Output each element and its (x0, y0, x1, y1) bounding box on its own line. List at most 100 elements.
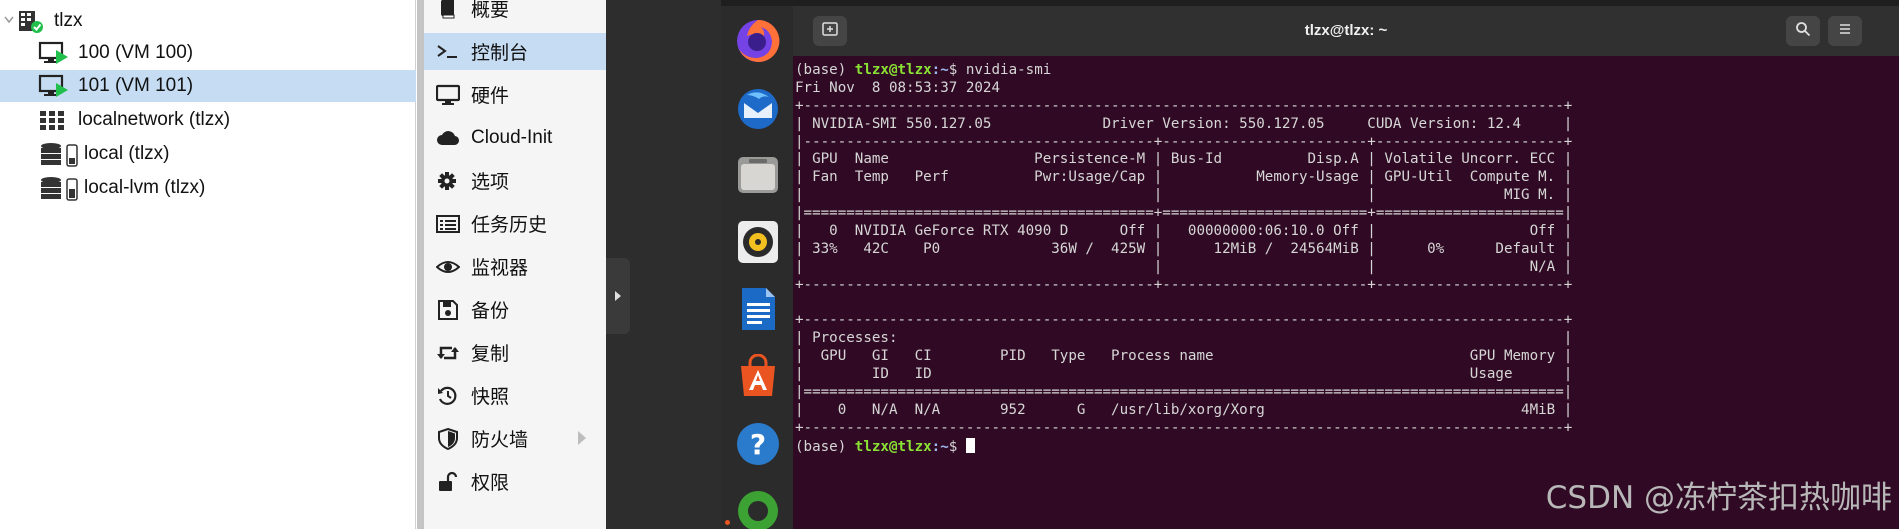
dock-terminal-app-icon[interactable] (735, 488, 781, 529)
tree-item-label: local-lvm (tlzx) (84, 177, 206, 198)
output-line: |=======================================… (795, 205, 1573, 222)
menu-item-label: 任务历史 (471, 215, 548, 236)
dock-firefox-icon[interactable] (735, 18, 781, 64)
watermark: CSDN @冻柠茶扣热咖啡 (1545, 480, 1892, 516)
cloud-icon (436, 127, 460, 149)
menu-item-label: Cloud-Init (471, 126, 553, 148)
menu-item-label: 硬件 (471, 86, 510, 107)
output-line: | Fan Temp Perf Pwr:Usage/Cap | Memory-U… (795, 169, 1573, 186)
terminal-title: tlzx@tlzx: ~ (1304, 22, 1388, 39)
menu-item-label: 备份 (471, 301, 510, 322)
menu-item-permissions[interactable]: 权限 (424, 463, 606, 500)
storage-icon (40, 176, 80, 208)
vm-running-icon (38, 41, 74, 71)
output-line: | NVIDIA-SMI 550.127.05 Driver Version: … (795, 115, 1573, 132)
dock-rhythmbox-icon[interactable] (735, 219, 781, 265)
tree-item-vm-100[interactable]: 100 (VM 100) (0, 37, 416, 69)
menu-item-snapshots[interactable]: 快照 (424, 377, 606, 414)
text-cursor (965, 437, 975, 453)
prompt-end: $ (948, 438, 966, 455)
menu-item-label: 控制台 (471, 43, 529, 64)
menu-item-options[interactable]: 选项 (424, 162, 606, 199)
vm-config-menu: 概要 控制台 硬件 Cloud-Init 选项 任务历史 监视器 备份 复制 快… (424, 0, 606, 529)
tree-item-label: 100 (VM 100) (78, 42, 194, 63)
menu-item-hardware[interactable]: 硬件 (424, 76, 606, 113)
menu-item-console[interactable]: 控制台 (424, 33, 606, 70)
storage-icon (40, 142, 80, 174)
output-line: +---------------------------------------… (795, 97, 1573, 114)
book-icon (436, 0, 460, 20)
command-text: nvidia-smi (965, 62, 1052, 78)
terminal-titlebar: tlzx@tlzx: ~ (793, 6, 1899, 56)
monitor-icon (435, 84, 461, 106)
network-grid-icon (40, 111, 64, 137)
console-sidebar-toggle[interactable] (606, 258, 630, 334)
menu-item-backup[interactable]: 备份 (424, 291, 606, 328)
output-line: | 0 NVIDIA GeForce RTX 4090 D Off | 0000… (795, 223, 1573, 240)
eye-icon (435, 256, 461, 278)
menu-item-label: 选项 (471, 172, 510, 193)
tree-item-local-lvm[interactable]: local-lvm (tlzx) (0, 172, 416, 204)
resource-tree: tlzx 100 (VM 100) 101 (VM 101) localnetw… (0, 0, 416, 529)
tree-item-local[interactable]: local (tlzx) (0, 138, 416, 170)
search-button[interactable] (1786, 16, 1820, 46)
output-line: | 33% 42C P0 36W / 425W | 12MiB / 24564M… (795, 240, 1573, 257)
terminal-icon (436, 41, 460, 63)
tree-item-vm-101[interactable]: 101 (VM 101) (0, 70, 416, 102)
tree-item-localnetwork[interactable]: localnetwork (tlzx) (0, 104, 416, 136)
menu-item-summary[interactable]: 概要 (424, 0, 606, 27)
output-line: +---------------------------------------… (795, 276, 1573, 293)
output-line: | Processes: | (795, 330, 1573, 347)
dock-writer-icon[interactable] (735, 286, 781, 332)
output-line: | 0 N/A N/A 952 G /usr/lib/xorg/Xorg 4Mi… (795, 401, 1573, 418)
history-icon (436, 385, 460, 407)
prompt-env: (base) (795, 62, 855, 78)
prompt-env: (base) (795, 438, 855, 455)
tree-item-label: localnetwork (tlzx) (78, 109, 231, 130)
retweet-icon (436, 342, 460, 364)
ubuntu-dock: ? (721, 6, 793, 529)
tree-node-tlzx[interactable]: tlzx (0, 5, 416, 37)
output-line: | | | MIG M. | (795, 187, 1573, 204)
prompt-user: tlzx@tlzx (854, 62, 932, 78)
dock-files-icon[interactable] (735, 152, 781, 198)
hamburger-menu-icon (1837, 21, 1853, 42)
shield-icon (436, 427, 460, 451)
prompt-user: tlzx@tlzx (854, 438, 932, 455)
gear-icon (436, 170, 460, 192)
menu-item-label: 防火墙 (471, 430, 529, 451)
tree-item-label: 101 (VM 101) (78, 75, 194, 96)
output-line: | GPU Name Persistence-M | Bus-Id Disp.A… (795, 151, 1573, 168)
terminal-window[interactable]: tlzx@tlzx: ~ (base) tlzx@tlzx:~$ nvidia-… (793, 6, 1899, 529)
menu-item-firewall[interactable]: 防火墙 (424, 420, 606, 457)
menu-item-label: 快照 (471, 387, 510, 408)
menu-item-label: 复制 (471, 344, 510, 365)
output-line: | GPU GI CI PID Type Process name GPU Me… (795, 348, 1573, 365)
dock-thunderbird-icon[interactable] (735, 85, 781, 131)
output-line: +---------------------------------------… (795, 419, 1573, 436)
dock-help-icon[interactable]: ? (735, 421, 781, 467)
expand-chevron-icon[interactable] (3, 11, 15, 33)
search-icon (1795, 21, 1811, 42)
output-line: |=======================================… (795, 384, 1573, 401)
panel-splitter[interactable] (417, 0, 424, 529)
unlock-icon (436, 471, 460, 493)
tree-item-label: local (tlzx) (84, 143, 170, 164)
prompt-line: (base) tlzx@tlzx:~$ nvidia-smi (795, 62, 1899, 80)
expand-right-icon (615, 291, 621, 301)
prompt-line: (base) tlzx@tlzx:~$ (795, 437, 1899, 456)
menu-item-monitor[interactable]: 监视器 (424, 248, 606, 285)
prompt-path: :~ (931, 62, 949, 78)
menu-item-task-history[interactable]: 任务历史 (424, 205, 606, 242)
prompt-end: $ (948, 62, 966, 78)
menu-item-replication[interactable]: 复制 (424, 334, 606, 371)
dock-app-center-icon[interactable] (735, 353, 781, 400)
output-line: | ID ID Usage | (795, 366, 1573, 383)
running-indicator (725, 520, 730, 525)
menu-button[interactable] (1828, 16, 1862, 46)
submenu-caret-icon (578, 431, 586, 445)
menu-item-cloud-init[interactable]: Cloud-Init (424, 119, 606, 156)
floppy-icon (436, 299, 460, 321)
terminal-output[interactable]: (base) tlzx@tlzx:~$ nvidia-smi Fri Nov 8… (793, 56, 1899, 529)
